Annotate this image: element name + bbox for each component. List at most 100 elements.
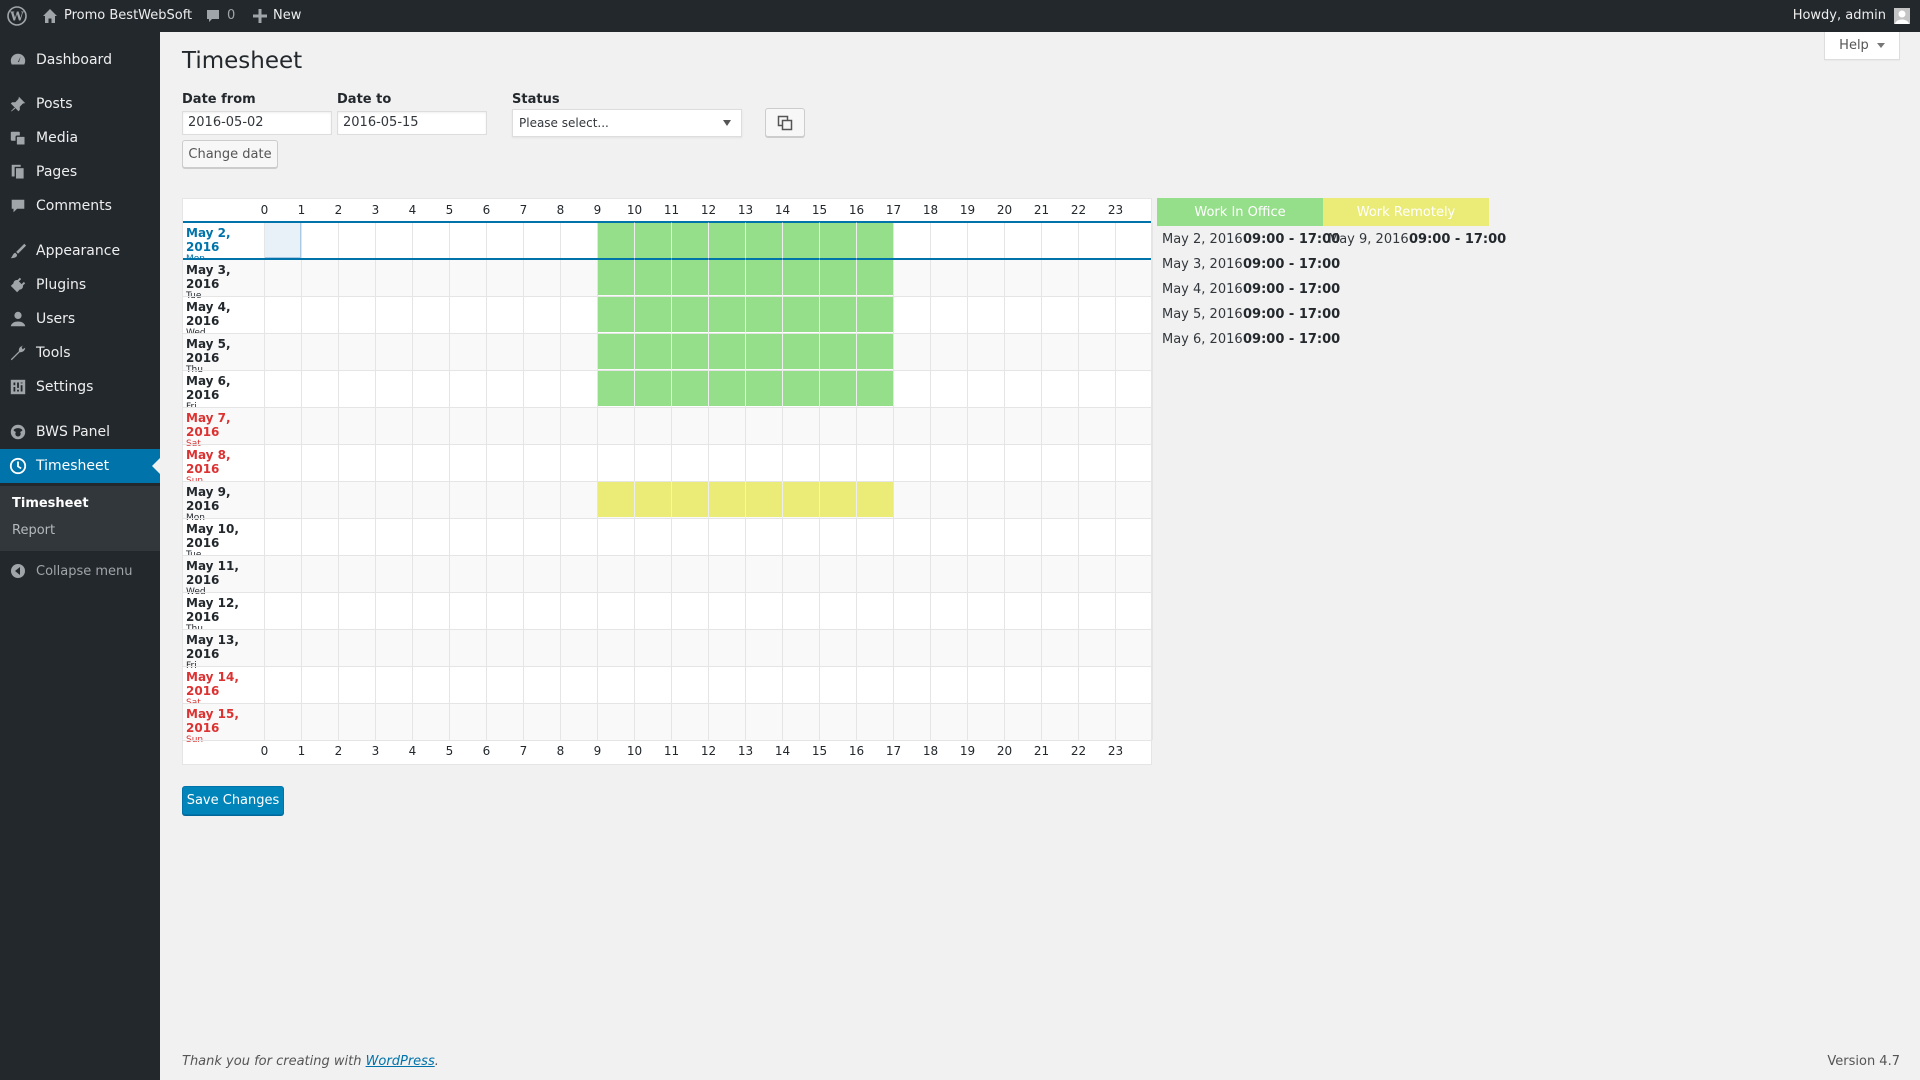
day-date: May 14, 2016 [186,670,239,698]
menu-label-dashboard: Dashboard [36,52,112,68]
day-date: May 9, 2016 [186,485,231,513]
top-hour-label: 6 [482,203,491,217]
top-hour-label: 16 [848,203,865,217]
status-select[interactable]: Please select... [512,109,742,137]
table-row: May 13, 2016 Fri [183,629,1151,671]
block-separator [819,296,820,333]
svg-text:W: W [9,10,24,24]
block-separator [745,370,746,407]
summary-date: May 6, 2016 [1162,332,1243,347]
save-changes-button[interactable]: Save Changes [182,786,284,815]
table-row: May 9, 2016 Mon [183,481,1151,523]
top-hour-label: 22 [1070,203,1087,217]
grid-row-line [183,518,1151,519]
grid-row-line [183,740,1151,741]
block-separator [782,370,783,407]
settings-icon [0,378,36,396]
submenu-item-timesheet[interactable]: Timesheet [12,496,89,511]
table-row: May 4, 2016Wed [183,296,1151,338]
top-hour-label: 4 [408,203,417,217]
block-separator [745,259,746,296]
block-separator [671,333,672,370]
table-row: May 12, 2016Thu [183,592,1151,634]
block-separator [671,259,672,296]
block-separator [745,481,746,518]
site-name-link[interactable]: Promo BestWebSoft [42,0,192,32]
change-date-button[interactable]: Change date [182,140,278,168]
timesheet-grid: 0 1 2 3 4 5 6 7 8 9 10 11 12 13 14 15 16 17 18 19 20 21 22 23 M… [182,198,1153,765]
wordpress-link[interactable]: WordPress [366,1054,435,1069]
block-separator [819,370,820,407]
menu-item-posts[interactable]: Posts [0,87,160,121]
site-name: Promo BestWebSoft [64,8,193,23]
block-separator [745,333,746,370]
copy-button[interactable] [765,108,805,137]
top-hour-label: 21 [1033,203,1050,217]
brush-icon [0,242,36,260]
bottom-hour-label: 6 [482,744,491,758]
menu-item-settings[interactable]: Settings [0,370,160,404]
summary-date: May 9, 2016 [1328,232,1409,247]
block-separator [634,370,635,407]
bottom-hour-label: 3 [371,744,380,758]
bottom-hour-label: 16 [848,744,865,758]
bottom-hour-label: 5 [445,744,454,758]
top-hour-label: 23 [1107,203,1124,217]
menu-item-plugins[interactable]: Plugins [0,268,160,302]
menu-item-bws-panel[interactable]: BWS Panel [0,415,160,449]
summary-date: May 2, 2016 [1162,232,1243,247]
menu-item-tools[interactable]: Tools [0,336,160,370]
collapse-label: Collapse menu [36,563,133,579]
bottom-hour-label: 18 [922,744,939,758]
day-date: May 12, 2016 [186,596,239,624]
block-separator [671,296,672,333]
block-separator [819,333,820,370]
wordpress-logo-icon[interactable]: W [7,0,27,32]
help-button[interactable]: Help [1824,32,1900,60]
submenu-item-report[interactable]: Report [12,523,55,538]
my-account-link[interactable]: Howdy, admin [1793,0,1910,32]
menu-label-pages: Pages [36,164,78,180]
block-separator [819,481,820,518]
wrench-icon [0,344,36,362]
top-hour-label: 18 [922,203,939,217]
menu-item-appearance[interactable]: Appearance [0,234,160,268]
menu-item-dashboard[interactable]: Dashboard [0,43,160,77]
menu-item-comments[interactable]: Comments [0,189,160,223]
table-row: May 10, 2016Tue [183,518,1151,560]
bottom-hour-label: 23 [1107,744,1124,758]
top-hour-label: 7 [519,203,528,217]
bottom-hour-label: 8 [556,744,565,758]
new-content-link[interactable]: New [253,0,301,32]
day-date: May 3, 2016 [186,263,231,291]
menu-item-users[interactable]: Users [0,302,160,336]
menu-item-media[interactable]: Media [0,121,160,155]
block-separator [634,481,635,518]
menu-item-timesheet[interactable]: Timesheet [0,449,160,483]
admin-bar: W Promo BestWebSoft 0 New Howdy, admin [0,0,1920,32]
footer-thanks: Thank you for creating with WordPress. [182,1054,439,1069]
grid-row-line [183,629,1151,630]
table-row: May 11, 2016 Wed [183,555,1151,597]
top-hour-label: 9 [593,203,602,217]
plus-icon [253,9,267,23]
top-hour-label: 15 [811,203,828,217]
block-separator [708,481,709,518]
block-separator [856,222,857,259]
current-day-border [183,221,1151,223]
comments-link[interactable]: 0 [205,0,235,32]
menu-item-pages[interactable]: Pages [0,155,160,189]
bottom-hour-label: 17 [885,744,902,758]
bottom-hour-label: 10 [626,744,643,758]
selected-cell[interactable] [264,222,301,258]
grid-row-line [183,555,1151,556]
grid-column-line [1152,222,1153,740]
block-separator [782,333,783,370]
date-to-input[interactable]: 2016-05-15 [337,111,487,135]
block-separator [856,296,857,333]
collapse-menu-button[interactable]: Collapse menu [0,561,160,581]
new-label: New [273,8,302,23]
date-from-input[interactable]: 2016-05-02 [182,111,332,135]
status-selected-value: Please select... [519,116,609,130]
comment-bubble-icon [205,8,221,24]
